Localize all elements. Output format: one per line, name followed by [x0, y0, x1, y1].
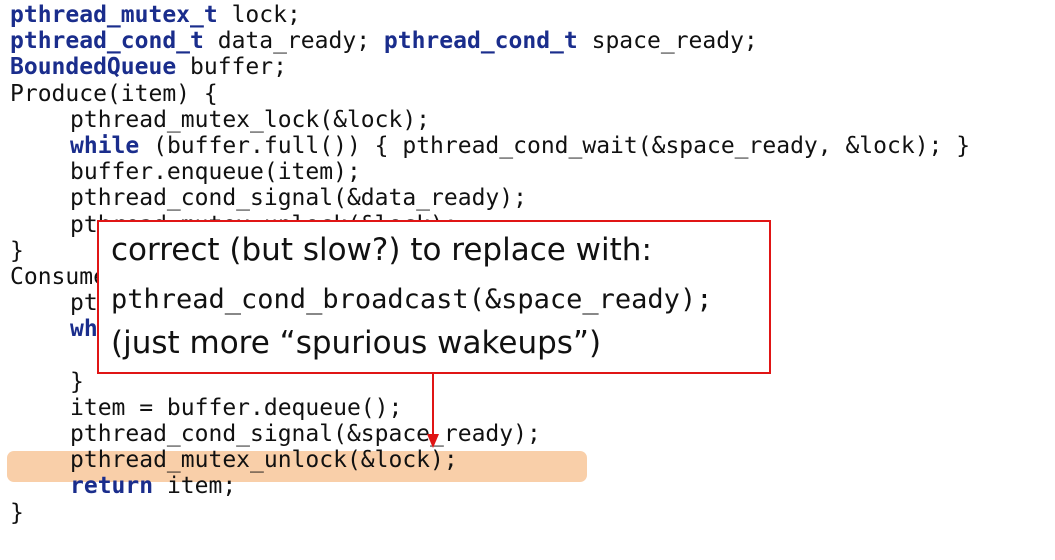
callout-code: pthread_cond_broadcast(&space_ready);: [111, 284, 713, 315]
type-keyword: pthread_cond_t: [383, 28, 578, 55]
code-line-cond-decl: pthread_cond_t data_ready; pthread_cond_…: [10, 28, 758, 55]
code-line-consume-unlock: pthread_mutex_unlock(&lock);: [70, 447, 458, 474]
slide: pthread_mutex_t lock; pthread_cond_t data…: [0, 0, 1055, 560]
type-keyword: pthread_mutex_t: [10, 2, 218, 28]
while-keyword: while: [70, 132, 140, 159]
code-line-produce-while: while (buffer.full()) { pthread_cond_wai…: [70, 132, 971, 159]
code-line-buffer-decl: BoundedQueue buffer;: [10, 54, 287, 81]
code-line-produce-enqueue: buffer.enqueue(item);: [70, 159, 361, 186]
code-line-consume-signal: pthread_cond_signal(&space_ready);: [70, 421, 541, 447]
callout-note: (just more “spurious wakeups”): [111, 325, 602, 361]
callout-heading: correct (but slow?) to replace with:: [111, 232, 652, 268]
code-line-produce-header: Produce(item) {: [10, 80, 218, 107]
callout-box: correct (but slow?) to replace with: pth…: [97, 220, 771, 374]
code-line-consume-dequeue: item = buffer.dequeue();: [70, 394, 403, 421]
code-line-produce-signal: pthread_cond_signal(&data_ready);: [70, 185, 527, 212]
type-keyword: BoundedQueue: [10, 54, 177, 81]
return-keyword: return: [70, 473, 154, 500]
code-line-consume-return: return item;: [70, 473, 237, 500]
code-line-produce-lock: pthread_mutex_lock(&lock);: [70, 106, 431, 133]
code-line-consume-close: }: [10, 499, 24, 526]
type-keyword: pthread_cond_t: [10, 28, 204, 55]
code-line-lock-decl: pthread_mutex_t lock;: [10, 2, 301, 28]
